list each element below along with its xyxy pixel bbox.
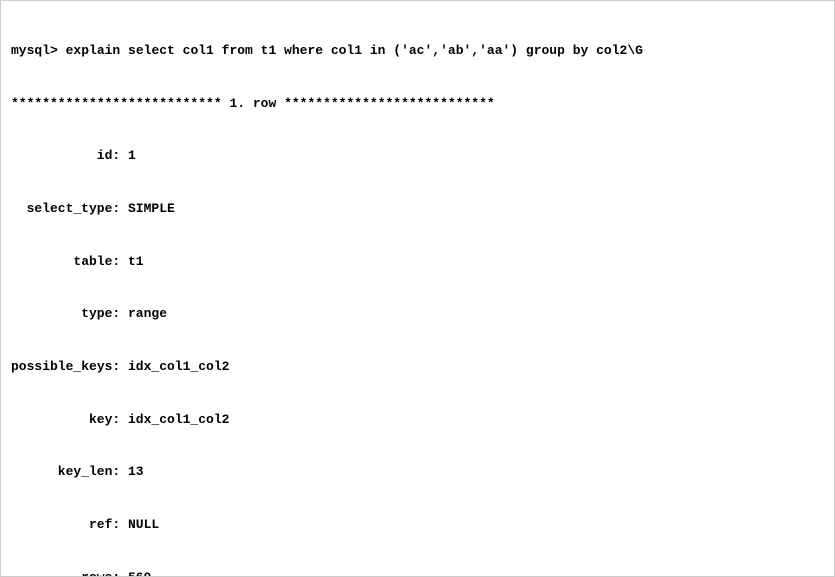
row-separator: *************************** 1. row *****… xyxy=(11,95,824,113)
field-value: 1 xyxy=(128,147,136,165)
field-label: key xyxy=(11,411,112,429)
prompt-line[interactable]: mysql> explain select col1 from t1 where… xyxy=(11,42,824,60)
field-label: ref xyxy=(11,516,112,534)
field-label: table xyxy=(11,253,112,271)
field-value: SIMPLE xyxy=(128,200,175,218)
field-label: select_type xyxy=(11,200,112,218)
query-block-1: mysql> explain select col1 from t1 where… xyxy=(11,7,824,577)
field-value: 13 xyxy=(128,463,144,481)
field-label: id xyxy=(11,147,112,165)
field-value: idx_col1_col2 xyxy=(128,411,229,429)
field-value: t1 xyxy=(128,253,144,271)
field-row-rows: rows: 569 xyxy=(11,569,824,577)
field-value: range xyxy=(128,305,167,323)
field-label: possible_keys xyxy=(11,358,112,376)
field-row-key-len: key_len: 13 xyxy=(11,463,824,481)
mysql-prompt: mysql> xyxy=(11,43,58,58)
field-value: 569 xyxy=(128,569,151,577)
field-row-key: key: idx_col1_col2 xyxy=(11,411,824,429)
field-row-type: type: range xyxy=(11,305,824,323)
field-row-select-type: select_type: SIMPLE xyxy=(11,200,824,218)
field-row-ref: ref: NULL xyxy=(11,516,824,534)
field-row-id: id: 1 xyxy=(11,147,824,165)
field-row-possible-keys: possible_keys: idx_col1_col2 xyxy=(11,358,824,376)
field-label: rows xyxy=(11,569,112,577)
sql-command: explain select col1 from t1 where col1 i… xyxy=(66,43,643,58)
field-value: idx_col1_col2 xyxy=(128,358,229,376)
field-label: key_len xyxy=(11,463,112,481)
field-row-table: table: t1 xyxy=(11,253,824,271)
field-value: NULL xyxy=(128,516,159,534)
field-label: type xyxy=(11,305,112,323)
